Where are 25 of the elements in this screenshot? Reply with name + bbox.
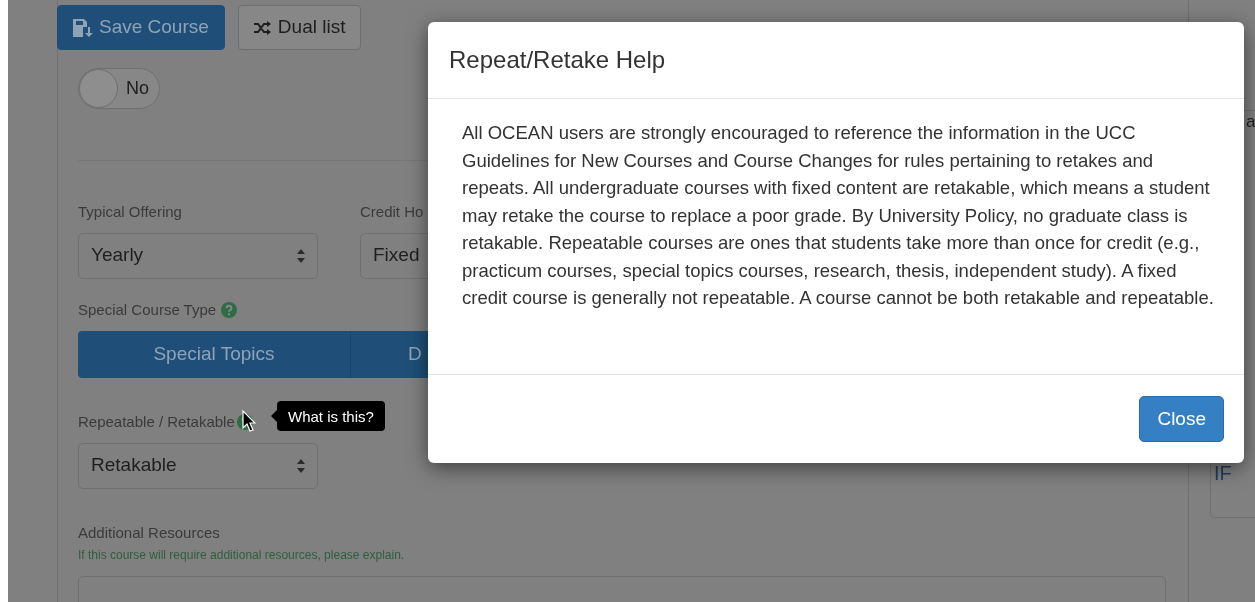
dialog-title: Repeat/Retake Help [449,45,666,75]
field-label: Typical Offering [78,202,182,222]
select-arrows-icon [297,248,305,263]
segment-button[interactable]: D [351,331,422,378]
select-arrows-icon [297,458,305,473]
tooltip: What is this? [277,401,385,431]
field-label: Credit Ho [360,202,424,222]
field-label: Additional Resources [78,522,221,543]
save-icon [73,18,93,37]
field-label: Special Course Type [78,299,217,320]
help-text: If this course will require additional resources, please explain. [78,547,406,564]
select-field[interactable]: Retakable [78,442,318,489]
segment-button[interactable]: Special Topics [78,331,351,378]
mouse-cursor-icon [242,410,256,432]
toggle-switch[interactable]: No [78,68,160,109]
side-text: a [1245,113,1255,130]
dialog-body-text: All OCEAN users are strongly encouraged to reference the information in the UCC Guidelines for New Courses and Course Changes for rules pertaining to retakes and repeats. All undergraduate courses with fixed content are retakable, which means a student may retake the course to replace a poor grade. By University Policy, no graduate class is retakable. Repeatable courses are ones that students take more than once for credit (e.g., practicum courses, special topics courses, research, thesis, independent study). A fixed credit course is generally not repeatable. A course cannot be both retakable and repeatable. [462,121,1215,310]
shuffle-icon [253,20,272,35]
help-icon[interactable] [221,301,238,318]
field-label: Repeatable / Retakable [78,412,235,432]
save-button[interactable]: Save Course [57,5,225,50]
side-text: IF [1214,463,1233,483]
close-button[interactable]: Close [1139,396,1224,442]
dual-list-button[interactable]: Dual list [237,5,362,50]
select-field[interactable]: Yearly [78,232,318,279]
